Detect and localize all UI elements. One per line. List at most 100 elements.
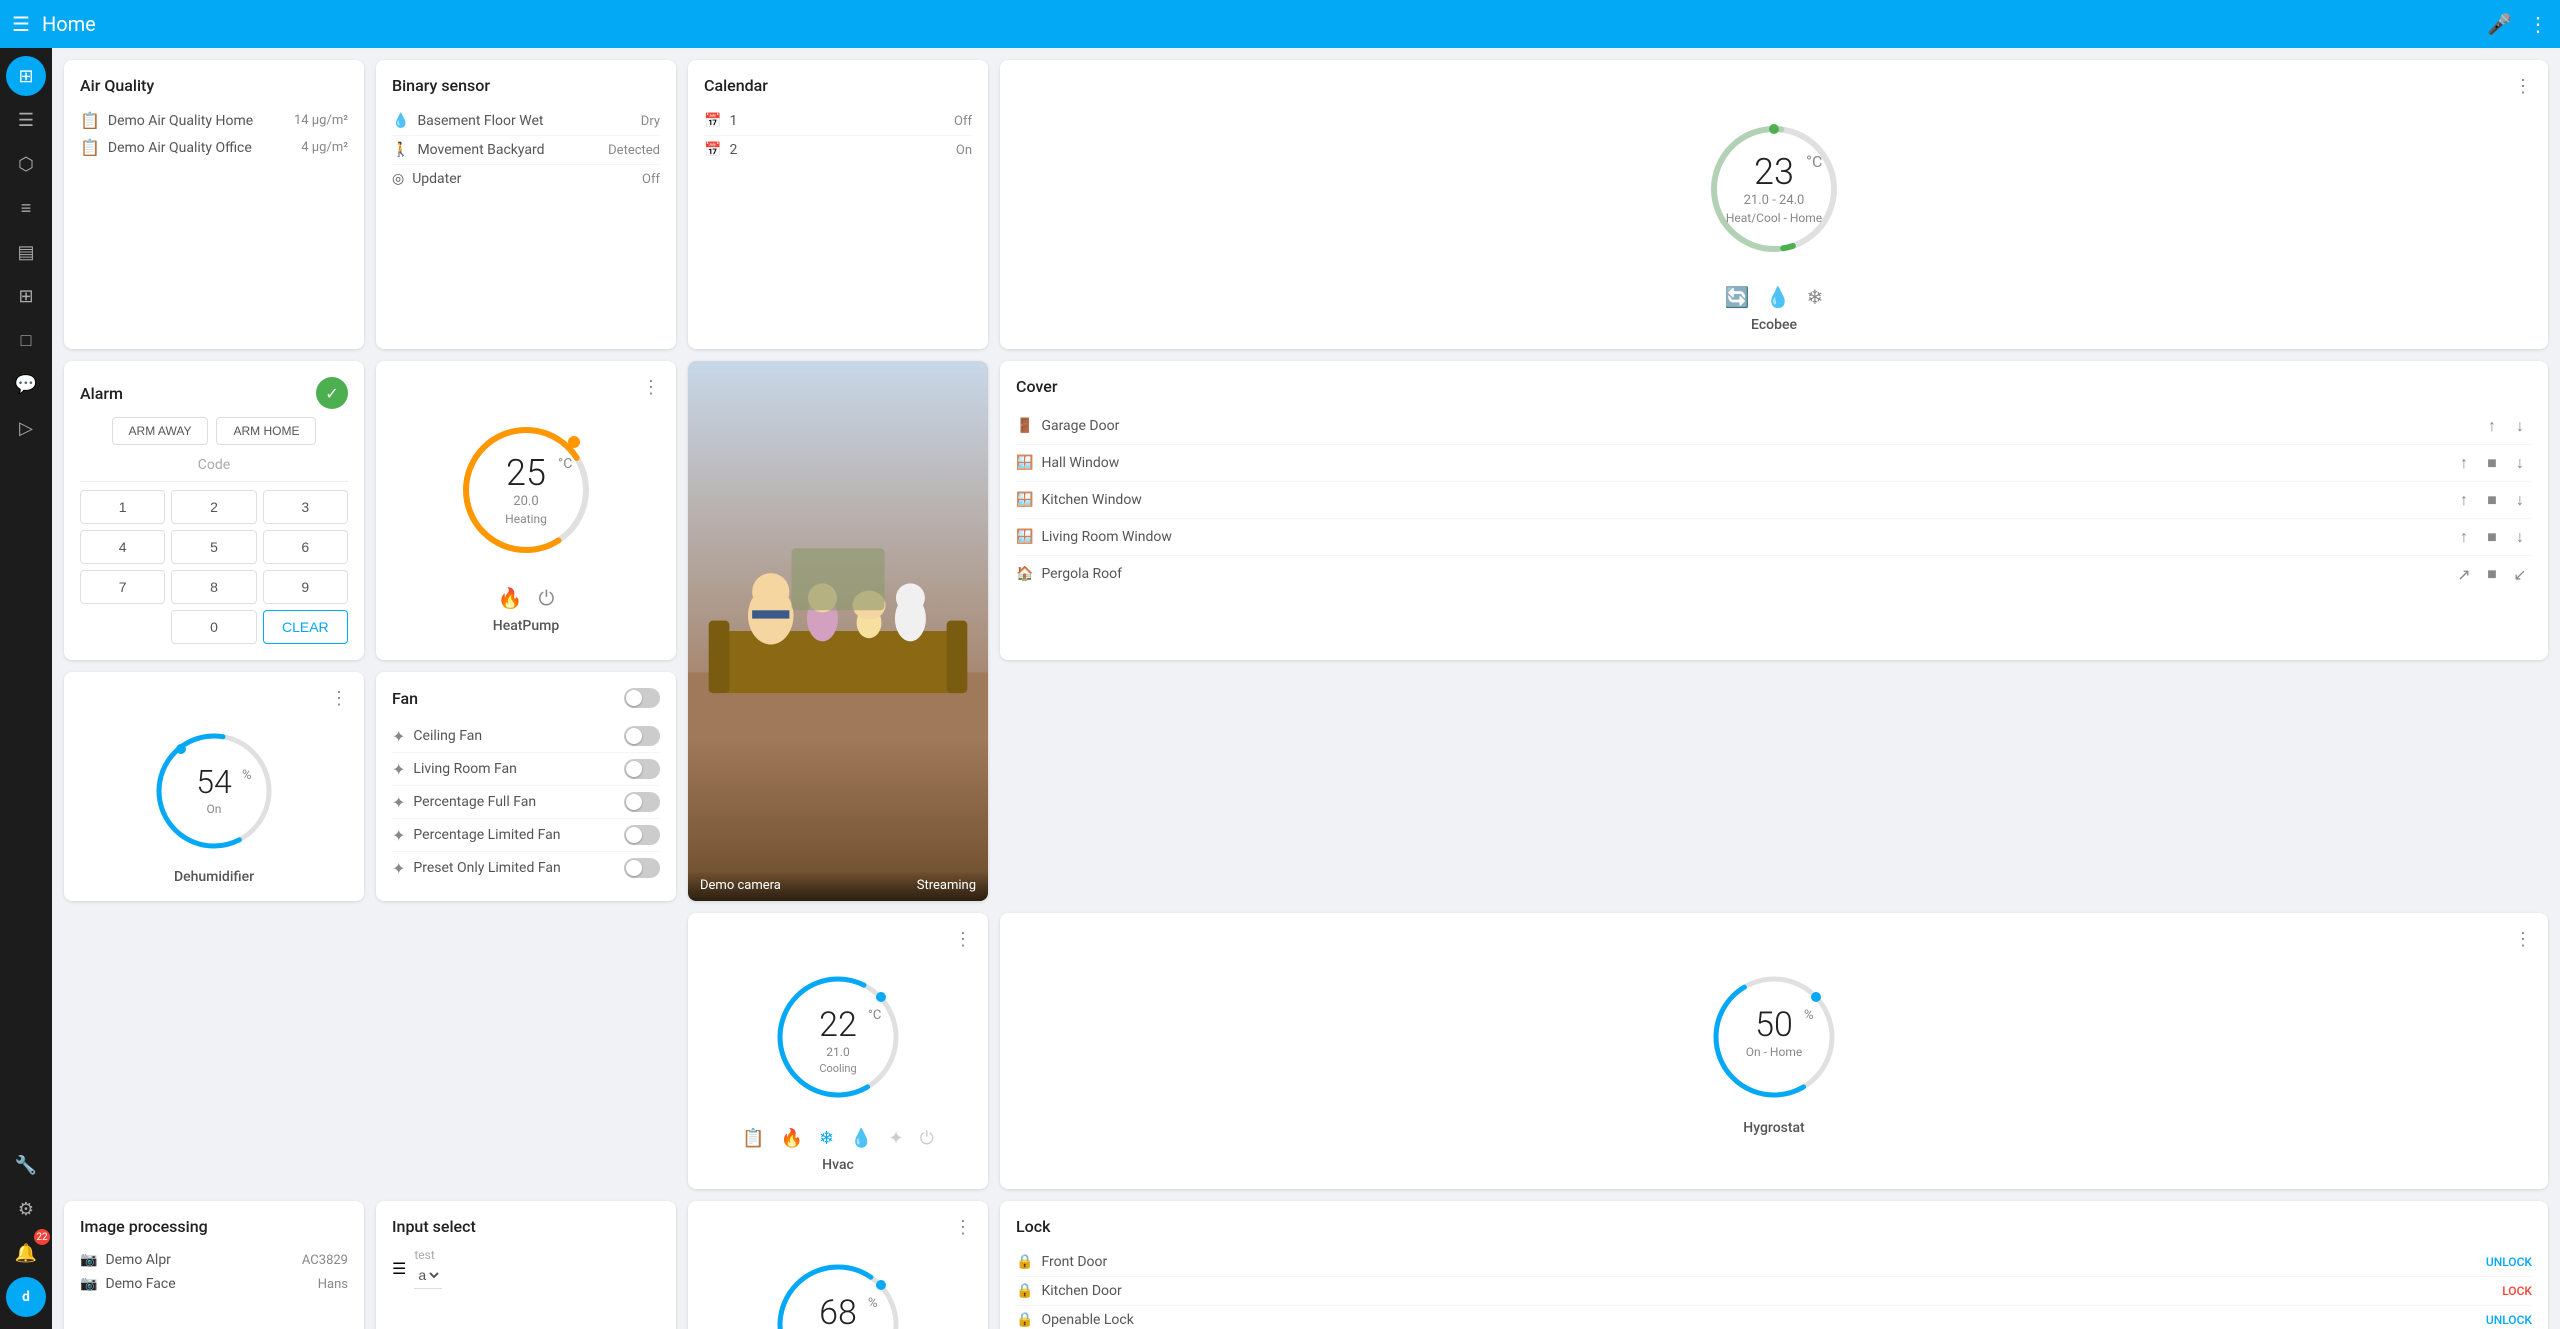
cover-down-2[interactable]: ↓ bbox=[2508, 488, 2532, 512]
cover-down-1[interactable]: ↓ bbox=[2508, 451, 2532, 475]
binary-sensor-card: Binary sensor 💧 Basement Floor Wet Dry 🚶… bbox=[376, 60, 676, 349]
hygrostat-more-button[interactable]: ⋮ bbox=[2514, 929, 2532, 950]
ecobee-refresh-icon[interactable]: 🔄 bbox=[1725, 285, 1750, 309]
svg-text:%: % bbox=[868, 1296, 878, 1311]
sidebar-item-log[interactable]: ≡ bbox=[6, 188, 46, 228]
fan-toggle-4[interactable] bbox=[624, 858, 660, 878]
fan-toggle-3[interactable] bbox=[624, 825, 660, 845]
key-3[interactable]: 3 bbox=[263, 490, 348, 524]
binary-name-1: Movement Backyard bbox=[417, 142, 608, 158]
cover-up-4[interactable]: ↗ bbox=[2452, 562, 2476, 586]
camera-card: Demo camera Streaming bbox=[688, 361, 988, 901]
fan-toggle-2[interactable] bbox=[624, 792, 660, 812]
hvac-power-icon[interactable]: ⏻ bbox=[920, 1128, 934, 1149]
cover-stop-4[interactable]: ■ bbox=[2480, 562, 2504, 586]
aq-value-home: 14 µg/m² bbox=[294, 113, 348, 128]
binary-row-2: ◎ Updater Off bbox=[392, 165, 660, 193]
key-1[interactable]: 1 bbox=[80, 490, 165, 524]
menu-icon[interactable]: ☰ bbox=[12, 12, 30, 36]
humidifier-more-button[interactable]: ⋮ bbox=[954, 1217, 972, 1238]
cover-name-3: Living Room Window bbox=[1041, 529, 2452, 545]
hvac-more-button[interactable]: ⋮ bbox=[954, 929, 972, 950]
sidebar-item-tools[interactable]: 🔧 bbox=[6, 1145, 46, 1185]
hvac-water-icon[interactable]: 💧 bbox=[850, 1128, 872, 1149]
input-select-dropdown[interactable]: a b c bbox=[414, 1262, 442, 1289]
key-clear-button[interactable]: CLEAR bbox=[263, 610, 348, 644]
hvac-icon-row: 📋 🔥 ❄ 💧 ✦ ⏻ bbox=[742, 1128, 934, 1149]
cover-up-0[interactable]: ↑ bbox=[2480, 414, 2504, 438]
dehumidifier-more-button[interactable]: ⋮ bbox=[330, 688, 348, 709]
cover-up-2[interactable]: ↑ bbox=[2452, 488, 2476, 512]
sidebar-item-settings[interactable]: ⚙ bbox=[6, 1189, 46, 1229]
cover-up-3[interactable]: ↑ bbox=[2452, 525, 2476, 549]
cover-actions-1: ↑ ■ ↓ bbox=[2452, 451, 2532, 475]
sidebar-item-notifications[interactable]: 🔔 22 bbox=[6, 1233, 46, 1273]
more-icon[interactable]: ⋮ bbox=[2528, 12, 2548, 36]
aq-name-home: Demo Air Quality Home bbox=[108, 113, 253, 129]
input-select-card: Input select ☰ test a b c bbox=[376, 1201, 676, 1329]
hvac-fire-icon[interactable]: 🔥 bbox=[781, 1128, 803, 1149]
key-0[interactable]: 0 bbox=[171, 610, 256, 644]
key-2[interactable]: 2 bbox=[171, 490, 256, 524]
arm-home-button[interactable]: ARM HOME bbox=[216, 417, 316, 445]
cover-row-4: 🏠 Pergola Roof ↗ ■ ↙ bbox=[1016, 556, 2532, 592]
arm-away-button[interactable]: ARM AWAY bbox=[112, 417, 209, 445]
aq-row-home: 📋 Demo Air Quality Home 14 µg/m² bbox=[80, 107, 348, 134]
ecobee-more-button[interactable]: ⋮ bbox=[2514, 76, 2532, 97]
lock-action-2[interactable]: UNLOCK bbox=[2486, 1313, 2532, 1327]
lock-action-0[interactable]: UNLOCK bbox=[2486, 1255, 2532, 1269]
fan-toggle-1[interactable] bbox=[624, 759, 660, 779]
hvac-snow-icon[interactable]: ❄ bbox=[819, 1128, 834, 1149]
sidebar-item-list[interactable]: ▤ bbox=[6, 232, 46, 272]
dehumidifier-gauge: 54 % On bbox=[144, 713, 284, 869]
svg-text:54: 54 bbox=[196, 763, 232, 801]
sidebar-item-box[interactable]: □ bbox=[6, 320, 46, 360]
key-6[interactable]: 6 bbox=[263, 530, 348, 564]
hvac-gauge-svg: 22 °C 21.0 Cooling bbox=[763, 962, 913, 1112]
key-8[interactable]: 8 bbox=[171, 570, 256, 604]
sidebar-item-profile[interactable]: d bbox=[6, 1277, 46, 1317]
fan-row-1: ✦ Living Room Fan bbox=[392, 753, 660, 786]
lock-action-1[interactable]: LOCK bbox=[2502, 1284, 2532, 1298]
cover-down-4[interactable]: ↙ bbox=[2508, 562, 2532, 586]
lock-row-2: 🔒 Openable Lock UNLOCK bbox=[1016, 1306, 2532, 1329]
sidebar-item-play[interactable]: ▷ bbox=[6, 408, 46, 448]
key-4[interactable]: 4 bbox=[80, 530, 165, 564]
sidebar-item-grid[interactable]: ⊞ bbox=[6, 276, 46, 316]
code-label: Code bbox=[80, 457, 348, 482]
hvac-calendar-icon[interactable]: 📋 bbox=[742, 1128, 764, 1149]
sidebar-item-chat[interactable]: 💬 bbox=[6, 364, 46, 404]
fan-name-2: Percentage Full Fan bbox=[413, 794, 624, 810]
sidebar-item-menu[interactable]: ☰ bbox=[6, 100, 46, 140]
lock-row-1: 🔒 Kitchen Door LOCK bbox=[1016, 1277, 2532, 1306]
heatpump-power-icon[interactable]: ⏻ bbox=[539, 586, 555, 610]
cover-actions-0: ↑ ↓ bbox=[2480, 414, 2532, 438]
key-5[interactable]: 5 bbox=[171, 530, 256, 564]
aq-value-office: 4 µg/m² bbox=[301, 140, 348, 155]
cover-down-0[interactable]: ↓ bbox=[2508, 414, 2532, 438]
cover-row-2: 🪟 Kitchen Window ↑ ■ ↓ bbox=[1016, 482, 2532, 519]
cover-stop-1[interactable]: ■ bbox=[2480, 451, 2504, 475]
heatpump-more-button[interactable]: ⋮ bbox=[642, 377, 660, 398]
key-9[interactable]: 9 bbox=[263, 570, 348, 604]
ecobee-water-icon[interactable]: 💧 bbox=[1766, 285, 1791, 309]
cover-up-1[interactable]: ↑ bbox=[2452, 451, 2476, 475]
camera-name: Demo camera bbox=[700, 878, 781, 893]
cover-down-3[interactable]: ↓ bbox=[2508, 525, 2532, 549]
heatpump-fire-icon[interactable]: 🔥 bbox=[498, 586, 523, 610]
input-select-row: ☰ test a b c bbox=[392, 1248, 660, 1289]
sidebar-item-dashboard[interactable]: ⊞ bbox=[6, 56, 46, 96]
binary-icon-2: ◎ bbox=[392, 171, 404, 187]
mic-icon[interactable]: 🎤 bbox=[2487, 12, 2512, 36]
cover-stop-2[interactable]: ■ bbox=[2480, 488, 2504, 512]
binary-value-2: Off bbox=[642, 172, 660, 187]
ecobee-sub: 21.0 - 24.0 bbox=[1744, 193, 1805, 208]
key-7[interactable]: 7 bbox=[80, 570, 165, 604]
fan-toggle-0[interactable] bbox=[624, 726, 660, 746]
camera-view: Demo camera Streaming bbox=[688, 361, 988, 901]
hvac-fan-icon[interactable]: ✦ bbox=[889, 1128, 904, 1149]
cover-stop-3[interactable]: ■ bbox=[2480, 525, 2504, 549]
sidebar-item-map[interactable]: ⬡ bbox=[6, 144, 46, 184]
fan-toggle-all[interactable] bbox=[624, 688, 660, 708]
ecobee-snow-icon[interactable]: ❄ bbox=[1807, 285, 1824, 309]
